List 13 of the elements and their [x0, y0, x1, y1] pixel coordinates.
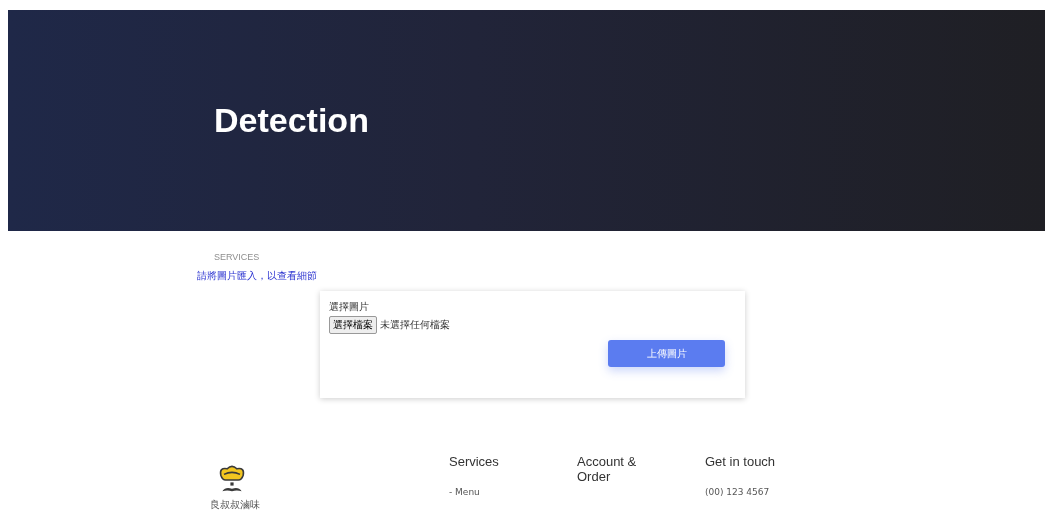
footer-link[interactable]: (00) 123 4567 [705, 487, 833, 497]
section-label: SERVICES [214, 252, 261, 262]
page-title: Detection [214, 101, 369, 140]
instruction-text: 請將圖片匯入，以查看細節 [197, 269, 318, 283]
file-status: 未選擇任何檔案 [380, 318, 450, 332]
footer-heading: Account & Order [577, 454, 638, 484]
footer-heading: Services [449, 454, 500, 469]
choose-file-button[interactable]: 選擇檔案 [329, 316, 377, 334]
field-label: 選擇圖片 [329, 301, 369, 312]
brand-name: 良叔叔滷味 [210, 498, 260, 512]
footer-heading: Get in touch [705, 454, 777, 469]
upload-button[interactable]: 上傳圖片 [608, 340, 725, 367]
footer-link[interactable]: - Menu [449, 487, 577, 497]
